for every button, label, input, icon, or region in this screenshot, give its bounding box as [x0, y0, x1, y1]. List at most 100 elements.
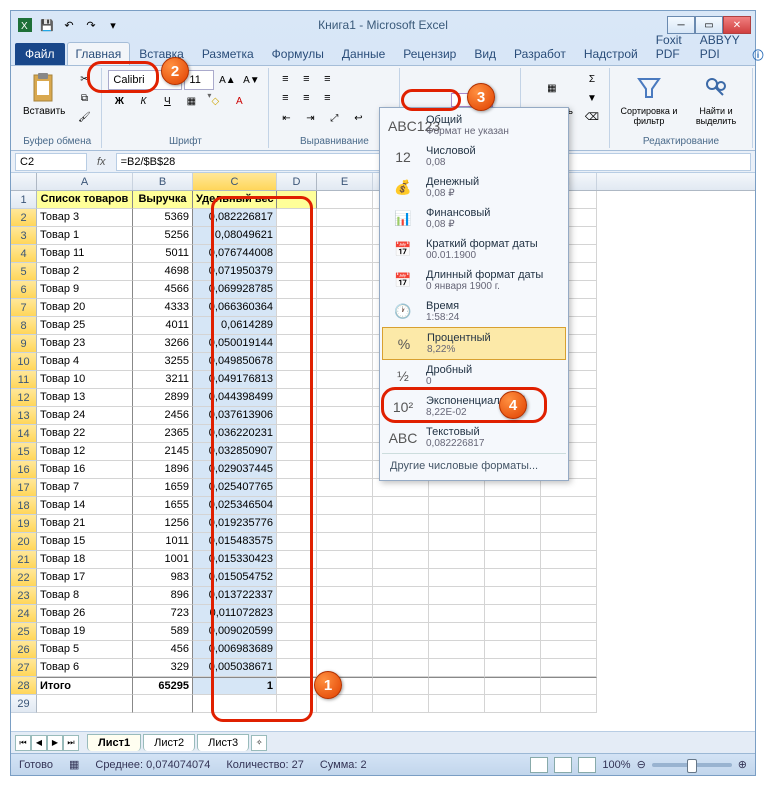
row-header[interactable]: 24: [11, 605, 37, 623]
cell[interactable]: [541, 695, 597, 713]
cell[interactable]: [317, 317, 373, 335]
cell[interactable]: 0,013722337: [193, 587, 277, 605]
fx-icon[interactable]: fx: [91, 156, 112, 168]
cell[interactable]: [429, 551, 485, 569]
tab-nav-next-icon[interactable]: ▶: [47, 735, 63, 751]
cell[interactable]: [541, 533, 597, 551]
cell[interactable]: [277, 425, 317, 443]
row-header[interactable]: 13: [11, 407, 37, 425]
col-header-C[interactable]: C: [193, 173, 277, 190]
help-icon[interactable]: ⓘ: [749, 45, 768, 65]
cell[interactable]: 329: [133, 659, 193, 677]
cell[interactable]: [317, 551, 373, 569]
number-format-финансовый[interactable]: 📊Финансовый0,08 ₽: [382, 203, 566, 234]
row-header[interactable]: 25: [11, 623, 37, 641]
redo-icon[interactable]: ↷: [81, 15, 101, 35]
autosum-icon[interactable]: Σ: [581, 70, 603, 88]
cell[interactable]: Итого: [37, 677, 133, 695]
cell[interactable]: 0,019235776: [193, 515, 277, 533]
cell[interactable]: [277, 281, 317, 299]
col-header-A[interactable]: A: [37, 173, 133, 190]
align-bottom-icon[interactable]: ≡: [317, 70, 337, 88]
cell[interactable]: [317, 641, 373, 659]
cell[interactable]: Товар 4: [37, 353, 133, 371]
cell[interactable]: [429, 641, 485, 659]
cell[interactable]: [485, 659, 541, 677]
underline-icon[interactable]: Ч: [156, 92, 178, 110]
tab-developer[interactable]: Разработ: [505, 42, 575, 65]
cell[interactable]: Товар 1: [37, 227, 133, 245]
cell[interactable]: [277, 209, 317, 227]
cell[interactable]: [277, 353, 317, 371]
cell[interactable]: [485, 515, 541, 533]
zoom-slider[interactable]: [652, 763, 732, 767]
cell[interactable]: 2145: [133, 443, 193, 461]
bold-icon[interactable]: Ж: [108, 92, 130, 110]
qat-dropdown-icon[interactable]: ▾: [103, 15, 123, 35]
tab-layout[interactable]: Разметка: [193, 42, 263, 65]
cell[interactable]: Товар 9: [37, 281, 133, 299]
cell[interactable]: [133, 695, 193, 713]
cell[interactable]: [429, 587, 485, 605]
cell[interactable]: [317, 587, 373, 605]
cell[interactable]: [373, 497, 429, 515]
cell[interactable]: 1655: [133, 497, 193, 515]
indent-increase-icon[interactable]: ⇥: [299, 109, 321, 127]
cell[interactable]: Товар 7: [37, 479, 133, 497]
cell[interactable]: Товар 19: [37, 623, 133, 641]
row-header[interactable]: 18: [11, 497, 37, 515]
cell[interactable]: [373, 605, 429, 623]
cell[interactable]: [317, 605, 373, 623]
orientation-icon[interactable]: ⤢: [323, 109, 345, 127]
cell[interactable]: [429, 659, 485, 677]
tab-nav-prev-icon[interactable]: ◀: [31, 735, 47, 751]
cell[interactable]: [541, 605, 597, 623]
cell[interactable]: [37, 695, 133, 713]
sheet-tab-2[interactable]: Лист2: [143, 734, 195, 751]
cell[interactable]: [277, 569, 317, 587]
cell[interactable]: [541, 623, 597, 641]
cell[interactable]: [277, 407, 317, 425]
cell[interactable]: [277, 479, 317, 497]
cell[interactable]: Товар 13: [37, 389, 133, 407]
app-icon[interactable]: X: [15, 15, 35, 35]
zoom-in-icon[interactable]: ⊕: [738, 758, 747, 771]
cell[interactable]: [541, 497, 597, 515]
cell[interactable]: 0,069928785: [193, 281, 277, 299]
cell[interactable]: 4566: [133, 281, 193, 299]
cell[interactable]: Товар 23: [37, 335, 133, 353]
cell[interactable]: 723: [133, 605, 193, 623]
cell[interactable]: [277, 605, 317, 623]
cell[interactable]: [541, 569, 597, 587]
cell[interactable]: [277, 587, 317, 605]
row-header[interactable]: 27: [11, 659, 37, 677]
cell[interactable]: [429, 497, 485, 515]
number-format-процентный[interactable]: %Процентный8,22%: [382, 327, 566, 360]
cell[interactable]: 65295: [133, 677, 193, 695]
cell[interactable]: [277, 335, 317, 353]
cell[interactable]: [373, 533, 429, 551]
cell[interactable]: [373, 587, 429, 605]
cell[interactable]: [317, 209, 373, 227]
tab-formulas[interactable]: Формулы: [263, 42, 333, 65]
cell[interactable]: Товар 25: [37, 317, 133, 335]
cell[interactable]: [317, 461, 373, 479]
align-top-icon[interactable]: ≡: [275, 70, 295, 88]
cell[interactable]: [317, 497, 373, 515]
cell[interactable]: 896: [133, 587, 193, 605]
cell[interactable]: [277, 317, 317, 335]
cell[interactable]: Товар 15: [37, 533, 133, 551]
number-format-время[interactable]: 🕐Время1:58:24: [382, 296, 566, 327]
cell[interactable]: Товар 20: [37, 299, 133, 317]
cell[interactable]: 5256: [133, 227, 193, 245]
tab-view[interactable]: Вид: [465, 42, 505, 65]
cell[interactable]: [373, 659, 429, 677]
cell[interactable]: [277, 533, 317, 551]
cell[interactable]: [485, 587, 541, 605]
cell[interactable]: 0,049850678: [193, 353, 277, 371]
cell[interactable]: [373, 551, 429, 569]
cell[interactable]: 0,044398499: [193, 389, 277, 407]
cell[interactable]: 456: [133, 641, 193, 659]
cell[interactable]: [373, 515, 429, 533]
cell[interactable]: [277, 551, 317, 569]
